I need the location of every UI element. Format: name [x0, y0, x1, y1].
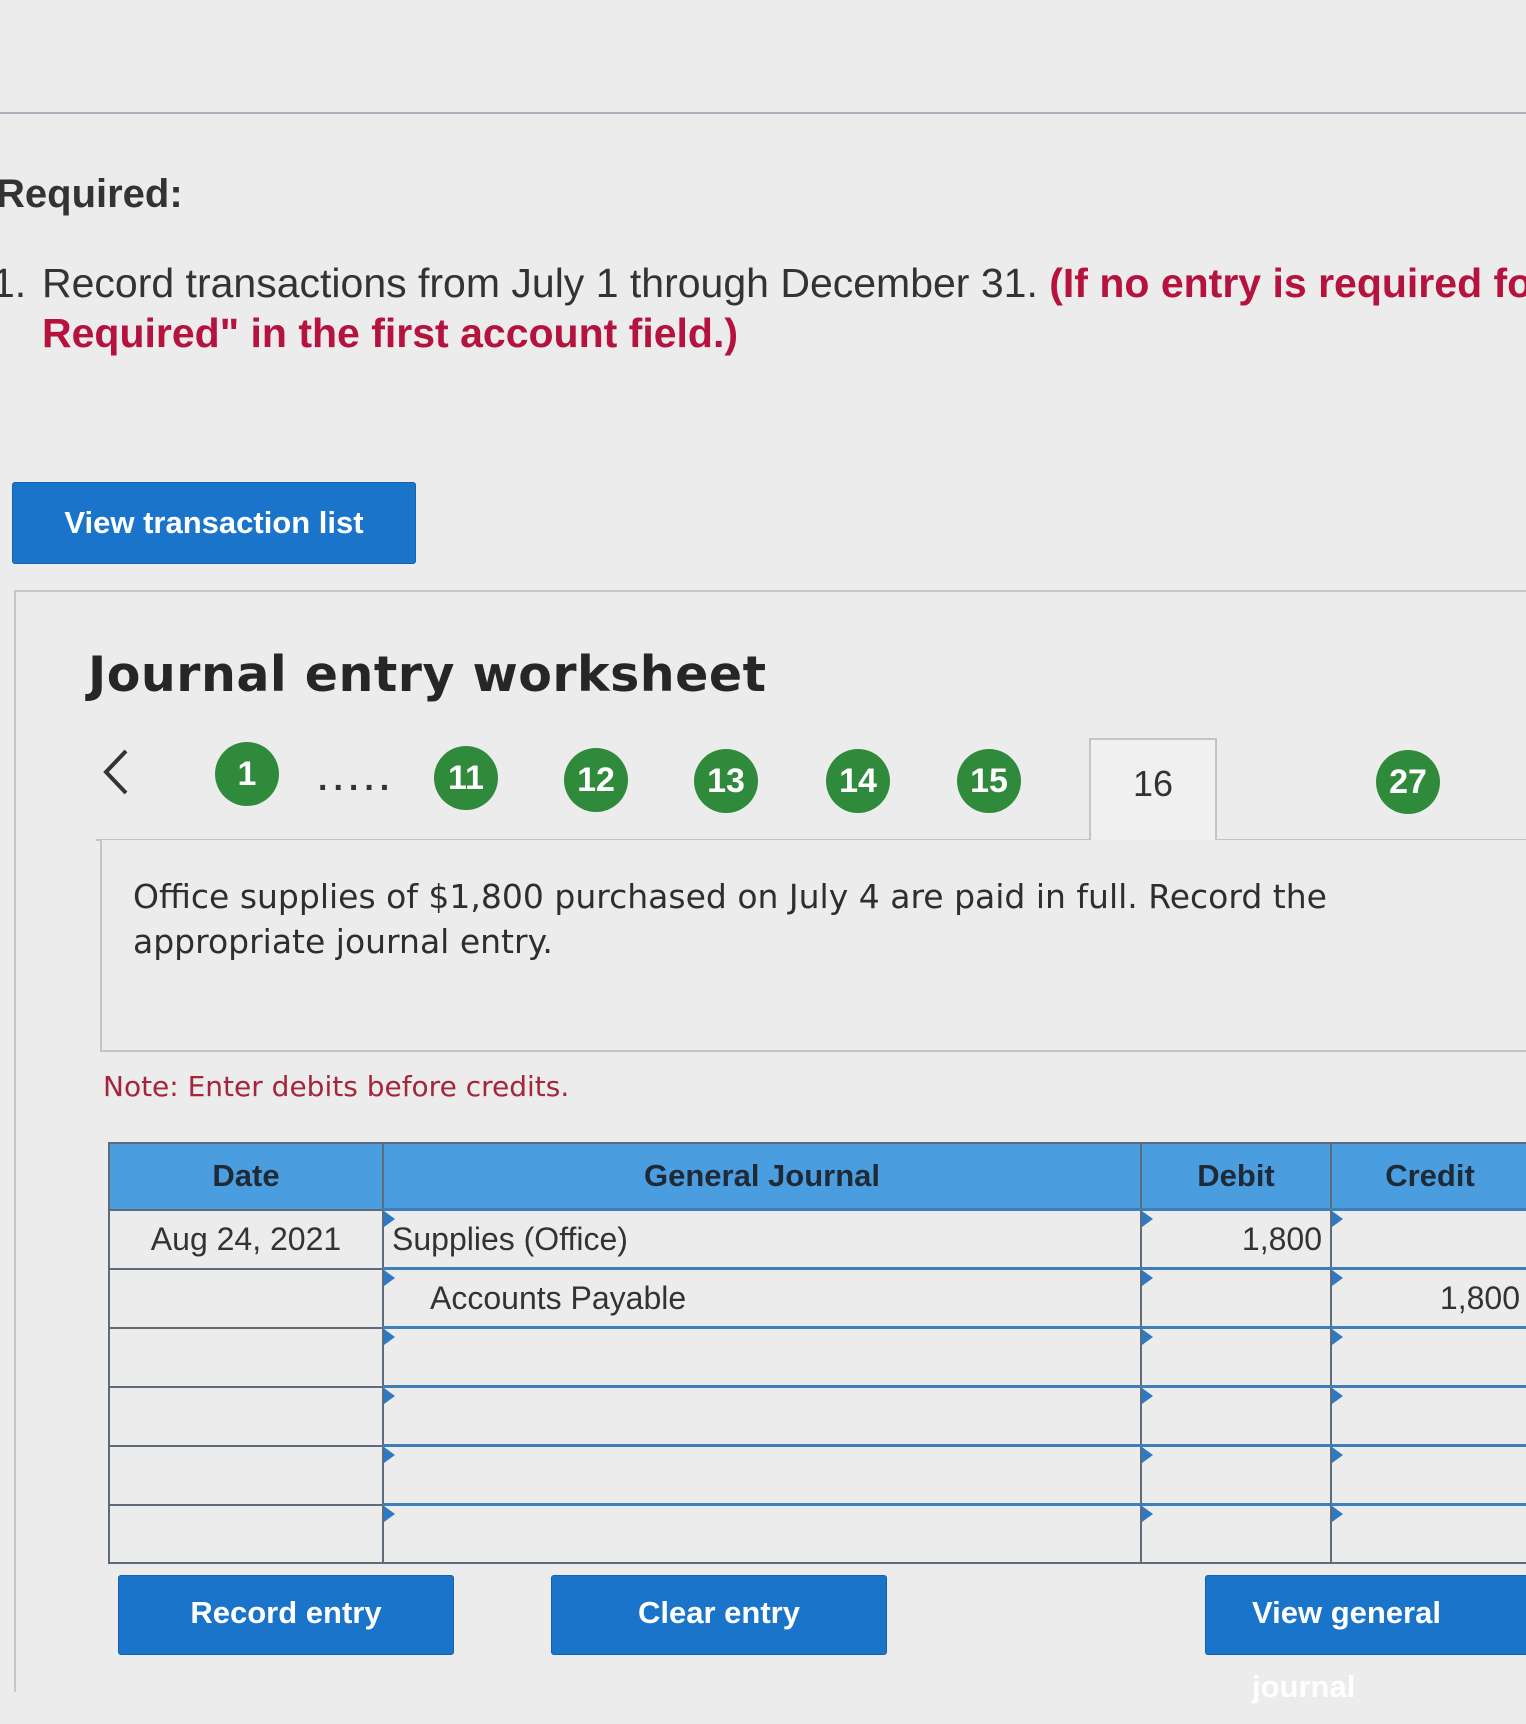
date-cell[interactable]	[108, 1326, 384, 1388]
worksheet-title: Journal entry worksheet	[88, 646, 767, 703]
account-field[interactable]	[382, 1444, 1142, 1506]
credit-value: 1,800	[1439, 1279, 1520, 1316]
flag-icon	[384, 1506, 395, 1522]
flag-icon	[384, 1447, 395, 1463]
flag-icon	[384, 1211, 395, 1227]
debit-field[interactable]: 1,800	[1140, 1208, 1332, 1270]
debit-field[interactable]	[1140, 1444, 1332, 1506]
flag-icon	[1332, 1506, 1343, 1522]
account-field[interactable]: Supplies (Office)	[382, 1208, 1142, 1270]
table-row	[108, 1385, 1526, 1447]
flag-icon	[1142, 1329, 1153, 1345]
debits-credits-note: Note: Enter debits before credits.	[103, 1070, 570, 1103]
journal-table: Date General Journal Debit Credit Aug 24…	[108, 1142, 1526, 1564]
view-general-journal-button[interactable]: View general journal	[1205, 1575, 1526, 1704]
instruction-highlight-1: (If no entry is required for a	[1049, 260, 1526, 306]
header-debit: Debit	[1140, 1142, 1332, 1211]
step-13[interactable]: 13	[694, 749, 758, 813]
header-general-journal: General Journal	[382, 1142, 1142, 1211]
date-cell[interactable]	[108, 1267, 384, 1329]
flag-icon	[384, 1270, 395, 1286]
flag-icon	[1332, 1388, 1343, 1404]
account-value: Supplies (Office)	[392, 1220, 628, 1257]
account-field[interactable]	[382, 1503, 1142, 1564]
table-row	[108, 1503, 1526, 1564]
account-field[interactable]	[382, 1326, 1142, 1388]
instruction: 1. Record transactions from July 1 throug…	[0, 258, 1526, 358]
debit-field[interactable]	[1140, 1503, 1332, 1564]
debit-field[interactable]	[1140, 1385, 1332, 1447]
step-15[interactable]: 15	[957, 749, 1021, 813]
flag-icon	[1332, 1329, 1343, 1345]
account-field[interactable]	[382, 1385, 1142, 1447]
flag-icon	[1142, 1447, 1153, 1463]
debit-value: 1,800	[1241, 1220, 1322, 1257]
credit-field[interactable]	[1330, 1208, 1526, 1270]
step-27[interactable]: 27	[1376, 750, 1440, 814]
required-heading: Required:	[0, 172, 183, 216]
flag-icon	[1332, 1270, 1343, 1286]
step-16-active-tab[interactable]: 16	[1089, 738, 1217, 842]
flag-icon	[384, 1388, 395, 1404]
chevron-left-icon[interactable]	[96, 745, 136, 799]
flag-icon	[1142, 1506, 1153, 1522]
table-row: Aug 24, 2021 Supplies (Office) 1,800	[108, 1208, 1526, 1270]
date-cell[interactable]	[108, 1503, 384, 1564]
flag-icon	[1332, 1211, 1343, 1227]
header-credit: Credit	[1330, 1142, 1526, 1211]
account-value: Accounts Payable	[430, 1279, 687, 1316]
credit-field[interactable]	[1330, 1503, 1526, 1564]
steps-ellipsis: .....	[318, 760, 396, 798]
table-row: Accounts Payable 1,800	[108, 1267, 1526, 1329]
debit-field[interactable]	[1140, 1267, 1332, 1329]
date-cell[interactable]	[108, 1385, 384, 1447]
instruction-text: Record transactions from July 1 through …	[42, 260, 1038, 306]
table-row	[108, 1326, 1526, 1388]
credit-field[interactable]: 1,800	[1330, 1267, 1526, 1329]
step-11[interactable]: 11	[434, 746, 498, 810]
step-1[interactable]: 1	[215, 742, 279, 806]
debit-field[interactable]	[1140, 1326, 1332, 1388]
instruction-highlight-2: Required" in the first account field.)	[42, 310, 738, 356]
credit-field[interactable]	[1330, 1326, 1526, 1388]
flag-icon	[384, 1329, 395, 1345]
view-transaction-list-button[interactable]: View transaction list	[12, 482, 416, 564]
table-row	[108, 1444, 1526, 1506]
flag-icon	[1142, 1388, 1153, 1404]
top-divider	[0, 112, 1526, 114]
flag-icon	[1142, 1270, 1153, 1286]
question-text: Office supplies of $1,800 purchased on J…	[133, 877, 1327, 961]
instruction-number: 1.	[0, 260, 27, 306]
date-cell[interactable]	[108, 1444, 384, 1506]
date-cell[interactable]: Aug 24, 2021	[108, 1208, 384, 1270]
flag-icon	[1142, 1211, 1153, 1227]
step-12[interactable]: 12	[564, 748, 628, 812]
record-entry-button[interactable]: Record entry	[118, 1575, 454, 1655]
credit-field[interactable]	[1330, 1444, 1526, 1506]
clear-entry-button[interactable]: Clear entry	[551, 1575, 887, 1655]
credit-field[interactable]	[1330, 1385, 1526, 1447]
account-field[interactable]: Accounts Payable	[382, 1267, 1142, 1329]
header-date: Date	[108, 1142, 384, 1211]
flag-icon	[1332, 1447, 1343, 1463]
step-14[interactable]: 14	[826, 749, 890, 813]
